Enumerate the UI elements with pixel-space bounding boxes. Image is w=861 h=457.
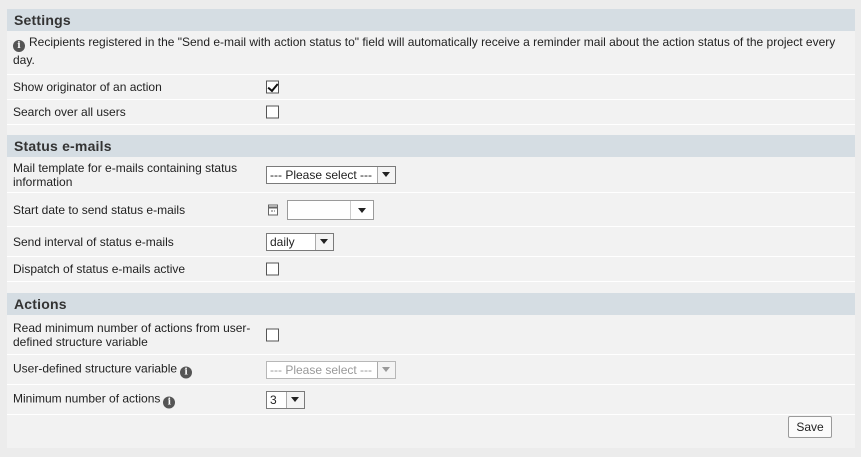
start-date-label: Start date to send status e-mails: [13, 202, 186, 217]
send-interval-select[interactable]: daily: [266, 232, 334, 251]
mail-template-value: --- Please select ---: [270, 167, 373, 182]
chevron-down-icon[interactable]: [350, 200, 373, 219]
settings-info-row: i Recipients registered in the "Send e-ma…: [7, 31, 855, 75]
info-icon: i: [13, 40, 25, 52]
dispatch-active-row: Dispatch of status e-mails active: [7, 257, 855, 282]
chevron-down-icon: [377, 361, 395, 378]
save-button[interactable]: Save: [788, 416, 832, 438]
info-icon[interactable]: i: [163, 396, 176, 408]
mail-template-row: Mail template for e-mails containing sta…: [7, 157, 855, 193]
start-date-input[interactable]: [287, 199, 374, 220]
settings-panel: Settings i Recipients registered in the "…: [7, 9, 855, 448]
min-actions-value: 3: [270, 392, 277, 407]
min-actions-select[interactable]: 3: [266, 390, 305, 409]
mail-template-select[interactable]: --- Please select ---: [266, 165, 396, 184]
search-all-users-label: Search over all users: [13, 105, 126, 119]
calendar-icon[interactable]: [268, 204, 278, 215]
chevron-down-icon: [286, 391, 304, 408]
settings-header-title: Settings: [14, 12, 71, 28]
chevron-down-icon: [377, 166, 395, 183]
structure-variable-select[interactable]: --- Please select ---: [266, 360, 396, 379]
search-all-users-row: Search over all users: [7, 100, 855, 125]
search-all-users-checkbox[interactable]: [266, 105, 279, 119]
status-emails-header: Status e-mails: [7, 135, 855, 157]
settings-info: i Recipients registered in the "Send e-ma…: [13, 34, 849, 68]
structure-variable-label: User-defined structure variable i: [13, 361, 263, 378]
structure-variable-row: User-defined structure variable i --- Ple…: [7, 355, 855, 385]
show-originator-label: Show originator of an action: [13, 80, 162, 94]
settings-header: Settings: [7, 9, 855, 31]
send-interval-value: daily: [270, 234, 295, 249]
structure-variable-label-text: User-defined structure variable: [13, 361, 178, 375]
min-actions-label: Minimum number of actions i: [13, 391, 263, 408]
dispatch-active-checkbox[interactable]: [266, 262, 279, 276]
send-interval-row: Send interval of status e-mails daily: [7, 227, 855, 257]
show-originator-checkbox[interactable]: [266, 80, 279, 94]
read-min-label: Read minimum number of actions from user…: [13, 320, 251, 349]
actions-header: Actions: [7, 293, 855, 315]
min-actions-label-text: Minimum number of actions: [13, 391, 161, 405]
info-icon[interactable]: i: [180, 366, 193, 378]
min-actions-row: Minimum number of actions i 3: [7, 385, 855, 415]
form-footer: [7, 416, 855, 448]
structure-variable-value: --- Please select ---: [270, 362, 373, 377]
status-emails-header-title: Status e-mails: [14, 138, 112, 154]
dispatch-active-label: Dispatch of status e-mails active: [13, 262, 186, 276]
actions-header-title: Actions: [14, 296, 67, 312]
start-date-row: Start date to send status e-mails: [7, 193, 855, 227]
show-originator-row: Show originator of an action: [7, 75, 855, 100]
mail-template-label: Mail template for e-mails containing sta…: [13, 160, 238, 189]
chevron-down-icon: [315, 233, 333, 250]
read-min-checkbox[interactable]: [266, 328, 279, 341]
read-min-row: Read minimum number of actions from user…: [7, 315, 855, 355]
send-interval-label: Send interval of status e-mails: [13, 234, 174, 249]
settings-info-text: Recipients registered in the "Send e-mai…: [13, 35, 836, 67]
